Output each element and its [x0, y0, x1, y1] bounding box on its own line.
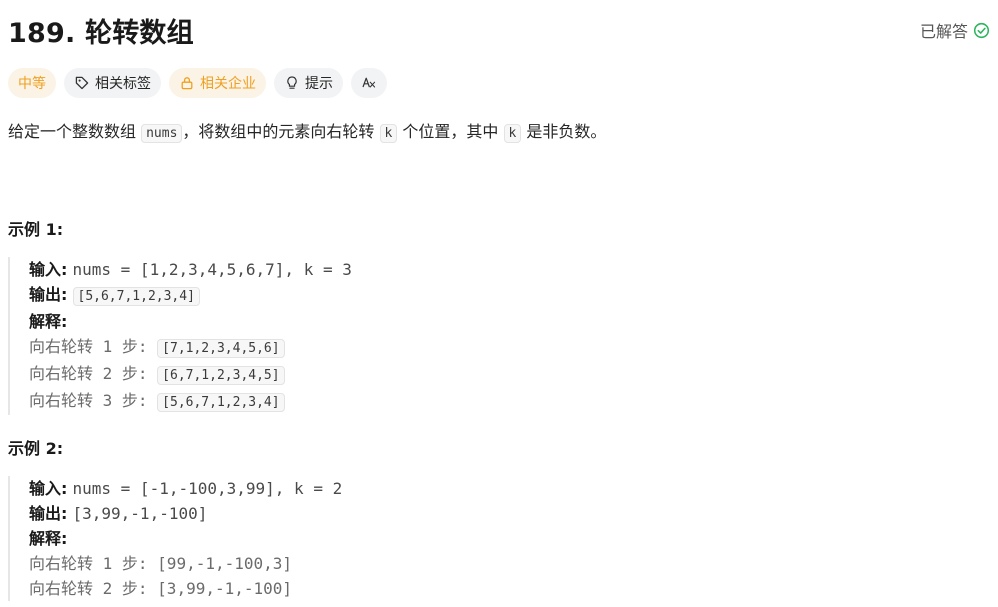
translate-icon [362, 77, 376, 88]
example-1-block: 输入: nums = [1,2,3,4,5,6,7], k = 3 输出: [5… [8, 257, 990, 415]
hint-button[interactable]: 提示 [274, 68, 343, 98]
example-1-explanation-label: 解释: [29, 312, 68, 331]
problem-description: 给定一个整数数组 nums ，将数组中的元素向右轮转 k 个位置，其中 k 是非负… [8, 122, 607, 143]
example-2-title: 示例 2: [8, 439, 64, 458]
example-1-title: 示例 1: [8, 220, 64, 239]
problem-title[interactable]: 189. 轮转数组 [8, 11, 194, 50]
solved-status: 已解答 [920, 18, 990, 42]
related-companies-button[interactable]: 相关企业 [169, 68, 266, 98]
example-2-input: 输入: nums = [-1,-100,3,99], k = 2 [29, 479, 343, 498]
example-2-step: 向右轮转 1 步: [99,-1,-100,3] [29, 554, 293, 573]
hint-label: 提示 [305, 76, 333, 92]
example-1-input: 输入: nums = [1,2,3,4,5,6,7], k = 3 [29, 260, 352, 279]
example-2-output: 输出: [3,99,-1,-100] [29, 504, 208, 523]
check-circle-icon [973, 22, 990, 38]
inline-code-k: k [503, 124, 522, 143]
difficulty-badge: 中等 [8, 68, 56, 98]
related-tags-label: 相关标签 [95, 76, 151, 92]
solved-label: 已解答 [919, 22, 968, 41]
example-1-step: 向右轮转 2 步: [6,7,1,2,3,4,5] [29, 361, 990, 388]
example-2-explanation-label: 解释: [29, 529, 68, 548]
lock-icon [181, 77, 193, 90]
example-2-step: 向右轮转 2 步: [3,99,-1,-100] [29, 579, 293, 598]
inline-code-nums: nums [141, 124, 183, 143]
example-1-step: 向右轮转 1 步: [7,1,2,3,4,5,6] [29, 334, 990, 361]
translate-button[interactable] [351, 68, 387, 98]
difficulty-label: 中等 [18, 76, 46, 92]
example-1-step: 向右轮转 3 步: [5,6,7,1,2,3,4] [29, 388, 990, 415]
problem-page: 189. 轮转数组 已解答 中等 相关标签 相关企业 提示 给定一个整数数组 n… [0, 0, 998, 607]
lightbulb-icon [287, 76, 297, 89]
related-tags-button[interactable]: 相关标签 [64, 68, 161, 98]
inline-code-k: k [379, 124, 398, 143]
tag-icon [75, 76, 89, 90]
tag-bar: 中等 相关标签 相关企业 提示 [8, 68, 990, 98]
problem-header: 189. 轮转数组 已解答 [8, 0, 990, 60]
example-2-block: 输入: nums = [-1,-100,3,99], k = 2 输出: [3,… [8, 476, 990, 601]
related-companies-label: 相关企业 [200, 76, 256, 92]
example-1-output: 输出: [5,6,7,1,2,3,4] [29, 282, 990, 309]
